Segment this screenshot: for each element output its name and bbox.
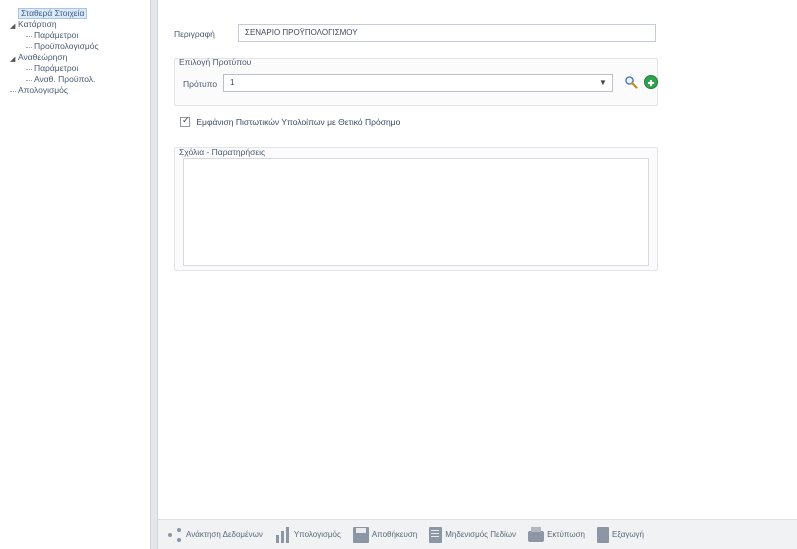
save-button[interactable]: Αποθήκευση	[350, 526, 420, 543]
clear-fields-label: Μηδενισμός Πεδίων	[445, 530, 517, 539]
export-button[interactable]: Εξαγωγή	[594, 526, 647, 543]
save-label: Αποθήκευση	[371, 530, 418, 539]
panel-splitter[interactable]	[150, 0, 158, 549]
search-icon[interactable]	[624, 75, 638, 89]
tree-item-revision-parameters[interactable]: Παράμετροι	[8, 63, 150, 74]
template-select-value: 1	[230, 78, 235, 87]
main-form: Περιγραφή ΣΕΝΑΡΙΟ ΠΡΟΫΠΟΛΟΓΙΣΜΟΥ Επιλογή…	[158, 0, 797, 549]
template-group-title: Επιλογή Προτύπου	[179, 57, 252, 67]
dropdown-arrow-icon[interactable]: ▼	[597, 77, 609, 89]
template-select[interactable]: 1 ▼	[223, 74, 613, 92]
bars-icon	[274, 526, 291, 543]
tree-item-preparation-parameters[interactable]: Παράμετροι	[8, 30, 150, 41]
notes-group: Σχόλια - Παρατηρήσεις	[174, 147, 658, 271]
tree-item-label: Απολογισμός	[18, 85, 68, 95]
document-icon	[429, 526, 443, 543]
tree-item-label: Σταθερά Στοιχεία	[18, 8, 88, 19]
positive-sign-label: Εμφάνιση Πιστωτικών Υπολοίπων με Θετικό …	[196, 117, 401, 127]
export-icon	[596, 526, 609, 543]
tree-item-label: Παράμετροι	[34, 30, 79, 40]
tree-item-preparation[interactable]: ◢ Κατάρτιση	[8, 19, 150, 30]
description-label: Περιγραφή	[174, 29, 215, 39]
template-selection-group: Επιλογή Προτύπου Πρότυπο 1 ▼	[174, 57, 658, 106]
printer-icon	[528, 526, 545, 542]
tree-item-actuals[interactable]: Απολογισμός	[8, 85, 150, 96]
tree-item-label: Αναθ. Προϋπολ.	[34, 74, 96, 84]
save-icon	[352, 526, 369, 543]
tree-item-label: Παράμετροι	[34, 63, 79, 73]
print-button[interactable]: Εκτύπωση	[525, 526, 588, 542]
export-label: Εξαγωγή	[611, 530, 645, 539]
notes-textarea[interactable]	[183, 158, 649, 266]
navigation-tree: Σταθερά Στοιχεία ◢ Κατάρτιση Παράμετροι …	[0, 0, 150, 549]
clear-fields-button[interactable]: Μηδενισμός Πεδίων	[426, 526, 519, 543]
tree-item-label: Αναθεώρηση	[18, 52, 68, 62]
tree-connector	[26, 47, 32, 48]
description-input[interactable]: ΣΕΝΑΡΙΟ ΠΡΟΫΠΟΛΟΓΙΣΜΟΥ	[238, 24, 656, 42]
retrieve-data-button[interactable]: Ανάκτηση Δεδομένων	[164, 527, 266, 543]
retrieve-data-label: Ανάκτηση Δεδομένων	[186, 530, 263, 539]
positive-sign-option[interactable]: Εμφάνιση Πιστωτικών Υπολοίπων με Θετικό …	[180, 115, 401, 127]
tree-connector	[26, 80, 32, 81]
tree-item-fixed-data[interactable]: Σταθερά Στοιχεία	[8, 8, 150, 19]
tree-item-label: Προϋπολογισμός	[34, 41, 99, 51]
tree-item-budget[interactable]: Προϋπολογισμός	[8, 41, 150, 52]
tree-connector	[26, 36, 32, 37]
tree-item-budget-revision[interactable]: Αναθ. Προϋπολ.	[8, 74, 150, 85]
add-template-icon[interactable]	[644, 75, 658, 89]
share-icon	[167, 527, 183, 543]
bottom-toolbar: Ανάκτηση Δεδομένων Υπολογισμός Αποθήκευσ…	[158, 519, 797, 549]
calculate-button[interactable]: Υπολογισμός	[272, 526, 344, 543]
tree-item-label: Κατάρτιση	[18, 19, 57, 29]
notes-group-title: Σχόλια - Παρατηρήσεις	[179, 147, 266, 157]
tree-connector	[26, 69, 32, 70]
print-label: Εκτύπωση	[547, 530, 585, 539]
tree-connector	[10, 91, 16, 92]
calculate-label: Υπολογισμός	[293, 530, 341, 539]
template-label: Πρότυπο	[183, 79, 218, 89]
positive-sign-checkbox[interactable]	[180, 115, 190, 127]
tree-item-revision[interactable]: ◢ Αναθεώρηση	[8, 52, 150, 63]
